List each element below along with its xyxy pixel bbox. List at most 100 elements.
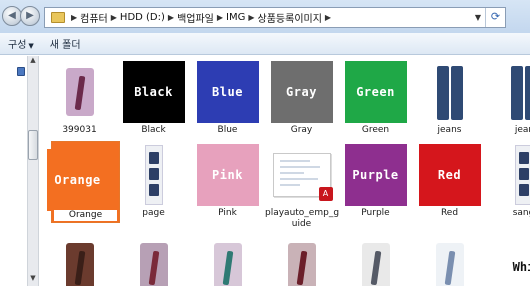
breadcrumb-separator[interactable]: ▶: [68, 13, 80, 22]
file-thumbnail[interactable]: Orange: [41, 147, 114, 213]
color-swatch-image: Green: [344, 61, 407, 123]
scroll-up-icon[interactable]: ▲: [28, 56, 38, 68]
shirt-photo: [430, 237, 470, 286]
text-line-shape: [279, 172, 304, 174]
file-thumbnail[interactable]: [117, 234, 190, 286]
breadcrumb-separator[interactable]: ▶: [245, 13, 257, 22]
file-thumbnail[interactable]: Blue: [191, 59, 264, 125]
navigation-pane: [0, 56, 26, 286]
strip-thumbnail-shape: [148, 184, 159, 196]
address-controls: ▼ ⟳: [471, 8, 505, 27]
page-strip-photo: [144, 145, 163, 205]
file-thumbnail[interactable]: [43, 59, 116, 125]
chevron-down-icon: ▼: [28, 42, 34, 50]
file-thumbnail[interactable]: [413, 59, 486, 125]
navigation-pane-scrollbar[interactable]: ▲ ▼: [27, 56, 39, 286]
shirt-photo: [60, 237, 100, 286]
file-name-label: Blue: [217, 125, 238, 135]
color-swatch-image: Pink: [196, 144, 259, 206]
address-history-dropdown-icon[interactable]: ▼: [471, 13, 485, 22]
organize-button[interactable]: 구성 ▼: [0, 36, 42, 51]
file-name-label: playauto_emp_g uide: [265, 208, 340, 229]
text-line-shape: [279, 166, 320, 168]
new-folder-button[interactable]: 새 폴더: [42, 36, 89, 51]
folder-icon: [51, 12, 65, 23]
file-thumbnail[interactable]: [265, 234, 338, 286]
breadcrumb-separator[interactable]: ▶: [108, 13, 120, 22]
shirt-photo: [60, 62, 100, 122]
jeans-photo: [430, 62, 470, 122]
file-name-label: Red: [440, 208, 459, 218]
file-thumbnail[interactable]: [487, 142, 530, 208]
breadcrumb-computer[interactable]: 컴퓨터: [80, 10, 108, 25]
address-bar-area: ◀ ▶ ▶ 컴퓨터 ▶ HDD (D:) ▶ 백업파일 ▶ IMG ▶ 상품등록…: [0, 0, 530, 33]
file-name-label: Gray: [290, 125, 313, 135]
color-swatch-image: Orange: [46, 149, 109, 211]
file-thumbnail[interactable]: Gray: [265, 59, 338, 125]
breadcrumb-separator[interactable]: ▶: [165, 13, 177, 22]
file-thumbnail[interactable]: Whi: [487, 234, 530, 286]
breadcrumb-product-images[interactable]: 상품등록이미지: [258, 10, 322, 25]
file-thumbnail[interactable]: Red: [413, 142, 486, 208]
text-line-shape: [279, 160, 310, 162]
jeans-photo: [504, 62, 530, 122]
file-thumbnail[interactable]: [339, 234, 412, 286]
command-toolbar: 구성 ▼ 새 폴더: [0, 33, 530, 55]
white-swatch-image: Whi: [512, 260, 530, 274]
jeans-leg-shape: [510, 66, 523, 120]
jeans-leg-shape: [524, 66, 530, 120]
color-swatch-image: Purple: [344, 144, 407, 206]
pdf-document-thumbnail: A: [272, 153, 333, 201]
file-name-label: jeans: [437, 125, 462, 135]
breadcrumb-img[interactable]: IMG: [226, 12, 245, 23]
shirt-photo: [282, 237, 322, 286]
file-thumbnail[interactable]: [487, 59, 530, 125]
jeans-leg-shape: [450, 66, 463, 120]
shirt-photo: [208, 237, 248, 286]
back-button[interactable]: ◀: [2, 6, 22, 26]
address-bar[interactable]: ▶ 컴퓨터 ▶ HDD (D:) ▶ 백업파일 ▶ IMG ▶ 상품등록이미지 …: [44, 7, 506, 28]
strip-thumbnail-shape: [518, 152, 529, 164]
strip-thumbnail-shape: [518, 168, 529, 180]
color-swatch-image: Black: [122, 61, 185, 123]
forward-arrow-icon: ▶: [26, 10, 34, 21]
refresh-icon[interactable]: ⟳: [485, 8, 505, 27]
file-name-label: jear: [514, 125, 530, 135]
file-list: 399031 Black Black Blue Blue Gray Gray Green Gre…: [40, 56, 530, 286]
breadcrumb-drive[interactable]: HDD (D:): [120, 12, 165, 23]
color-swatch-image: Blue: [196, 61, 259, 123]
back-arrow-icon: ◀: [8, 10, 16, 21]
file-name-label: Pink: [218, 208, 237, 218]
file-thumbnail[interactable]: Black: [117, 59, 190, 125]
organize-label: 구성: [8, 40, 27, 51]
file-name-label: Green: [361, 125, 390, 135]
file-thumbnail[interactable]: [413, 234, 486, 286]
file-thumbnail[interactable]: Pink: [191, 142, 264, 208]
strip-thumbnail-shape: [148, 152, 159, 164]
strip-thumbnail-shape: [148, 168, 159, 180]
color-swatch-image: Red: [418, 144, 481, 206]
strip-thumbnail-shape: [518, 184, 529, 196]
breadcrumb-backup[interactable]: 백업파일: [177, 10, 214, 25]
file-thumbnail[interactable]: [117, 142, 190, 208]
scroll-down-icon[interactable]: ▼: [28, 274, 38, 286]
breadcrumb-separator[interactable]: ▶: [214, 13, 226, 22]
shirt-photo: [134, 237, 174, 286]
page-strip-photo: [514, 145, 530, 205]
network-icon[interactable]: [17, 67, 25, 76]
shirt-photo: [356, 237, 396, 286]
file-name-label: sang: [512, 208, 530, 218]
text-line-shape: [279, 178, 318, 180]
breadcrumb-separator[interactable]: ▶: [322, 13, 334, 22]
scrollbar-thumb[interactable]: [28, 130, 38, 160]
file-thumbnail[interactable]: Purple: [339, 142, 412, 208]
file-name-label: Purple: [361, 208, 390, 218]
file-thumbnail[interactable]: Green: [339, 59, 412, 125]
forward-button[interactable]: ▶: [20, 6, 40, 26]
pdf-icon: A: [318, 187, 333, 201]
file-thumbnail[interactable]: [43, 234, 116, 286]
selected-item-label[interactable]: Orange: [54, 210, 117, 221]
file-thumbnail[interactable]: [191, 234, 264, 286]
file-thumbnail[interactable]: A: [265, 142, 338, 208]
file-name-label: Black: [141, 125, 166, 135]
